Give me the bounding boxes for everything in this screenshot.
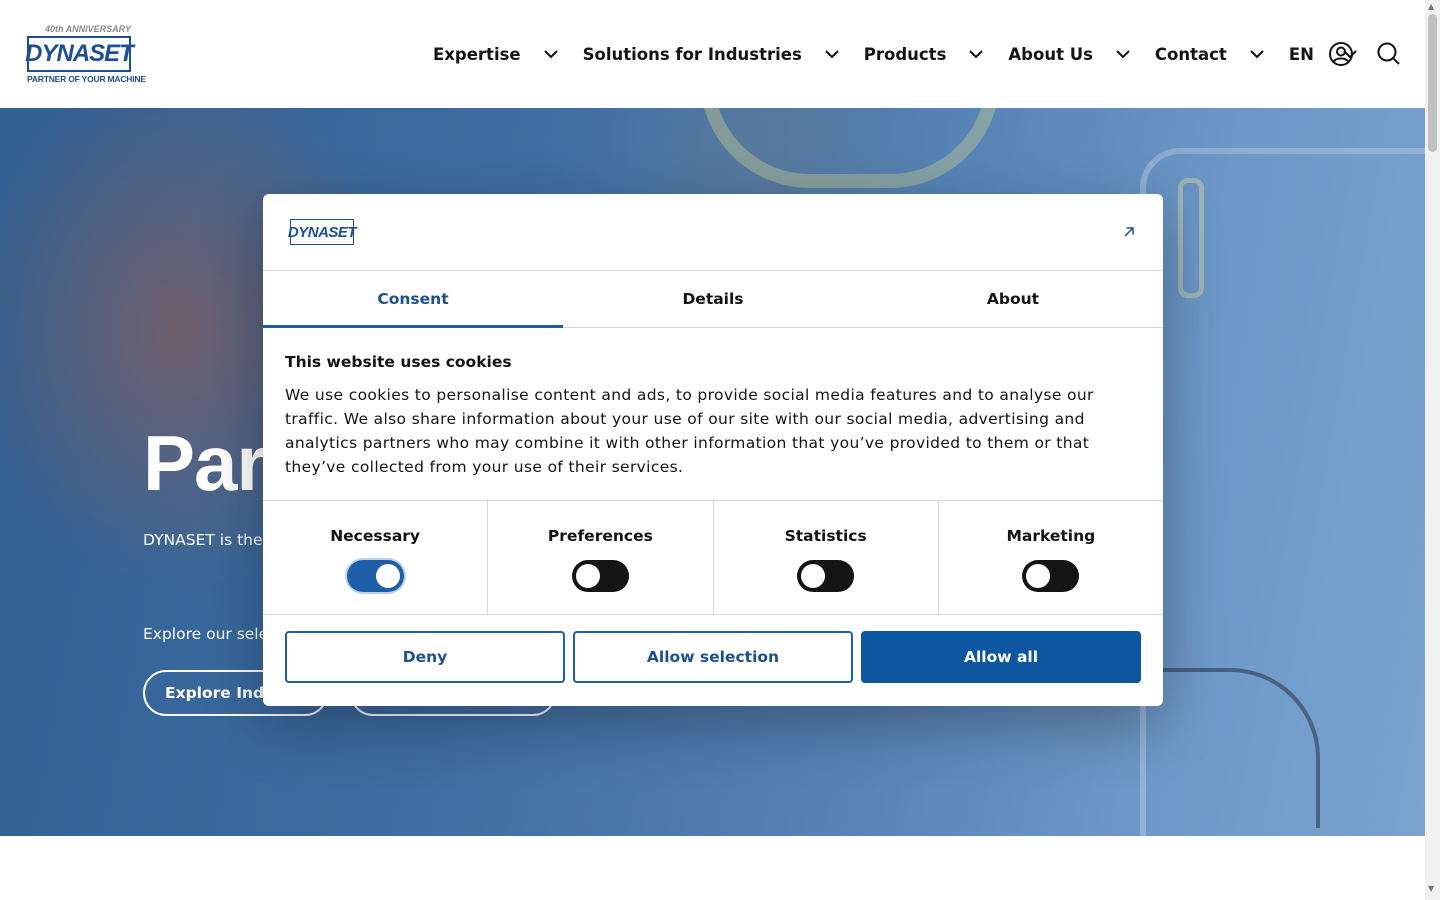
nav-label: About Us (1008, 44, 1093, 64)
chevron-down-icon (543, 50, 558, 59)
scroll-down-icon[interactable]: ▼ (1428, 884, 1434, 893)
category-preferences: Preferences (488, 501, 714, 614)
chevron-down-icon (825, 50, 839, 59)
van-handle-shape (1178, 178, 1204, 298)
anniversary-label: 40th ANNIVERSARY (44, 24, 131, 34)
dialog-tabs: Consent Details About (263, 271, 1163, 328)
dialog-actions: Deny Allow selection Allow all (263, 615, 1163, 683)
nav-item-expertise[interactable]: Expertise (433, 45, 559, 64)
chevron-down-icon (1250, 50, 1264, 59)
tab-details[interactable]: Details (563, 271, 863, 327)
logo-box: DYNASET (25, 36, 134, 72)
cookie-consent-dialog: DYNASET Consent Details About This websi… (263, 194, 1163, 706)
category-marketing: Marketing (939, 501, 1163, 614)
dynaset-logo[interactable]: 40th ANNIVERSARY DYNASET PARTNER OF YOUR… (25, 24, 146, 86)
account-icon[interactable] (1328, 41, 1354, 67)
tab-about[interactable]: About (863, 271, 1163, 327)
hook-image-shape (700, 108, 1000, 188)
site-header: 40th ANNIVERSARY DYNASET PARTNER OF YOUR… (0, 0, 1425, 108)
scrollbar-thumb[interactable] (1428, 14, 1437, 152)
external-link-icon[interactable] (1121, 224, 1137, 240)
main-nav: Expertise Solutions for Industries Produ… (433, 38, 1382, 70)
deny-button[interactable]: Deny (285, 631, 565, 683)
nav-item-contact[interactable]: Contact (1155, 45, 1265, 64)
category-label: Preferences (547, 527, 653, 545)
category-label: Marketing (1006, 527, 1096, 545)
nav-label: Solutions for Industries (582, 44, 802, 64)
category-label: Statistics (784, 527, 867, 545)
nav-label: Contact (1154, 44, 1227, 64)
dialog-heading: This website uses cookies (285, 353, 512, 371)
dialog-body: This website uses cookies We use cookies… (263, 328, 1163, 501)
dialog-header: DYNASET (263, 194, 1163, 271)
logo-wordmark: DYNASET (25, 40, 134, 67)
nav-item-solutions[interactable]: Solutions for Industries (583, 45, 840, 64)
allow-all-button[interactable]: Allow all (861, 631, 1141, 683)
nav-item-about[interactable]: About Us (1008, 45, 1131, 64)
page-scrollbar[interactable]: ▲ ▼ (1425, 0, 1440, 900)
logo-tagline: PARTNER OF YOUR MACHINE (27, 74, 146, 84)
statistics-toggle[interactable] (797, 560, 855, 592)
category-necessary: Necessary (263, 501, 489, 614)
necessary-toggle[interactable] (346, 560, 404, 592)
chevron-down-icon (969, 50, 984, 59)
nav-label: Expertise (433, 44, 521, 64)
hero-explore-text: Explore our sele (143, 625, 269, 643)
nav-label: EN (1288, 44, 1314, 64)
toggle-knob (375, 564, 400, 588)
dialog-description: We use cookies to personalise content an… (285, 386, 1094, 476)
preferences-toggle[interactable] (571, 560, 629, 592)
cookie-categories: Necessary Preferences Statistics Marketi… (263, 501, 1163, 615)
category-statistics: Statistics (714, 501, 939, 614)
toggle-knob (801, 564, 826, 588)
search-icon[interactable] (1376, 41, 1402, 67)
nav-label: Products (863, 44, 947, 64)
toggle-knob (1026, 564, 1051, 588)
chevron-down-icon (1116, 50, 1130, 59)
scroll-up-icon[interactable]: ▲ (1428, 2, 1434, 11)
marketing-toggle[interactable] (1022, 560, 1080, 592)
dialog-logo: DYNASET (288, 219, 357, 245)
category-label: Necessary (330, 527, 421, 545)
toggle-knob (575, 564, 600, 588)
nav-item-products[interactable]: Products (864, 45, 985, 64)
allow-selection-button[interactable]: Allow selection (573, 631, 853, 683)
tab-consent[interactable]: Consent (263, 271, 563, 328)
